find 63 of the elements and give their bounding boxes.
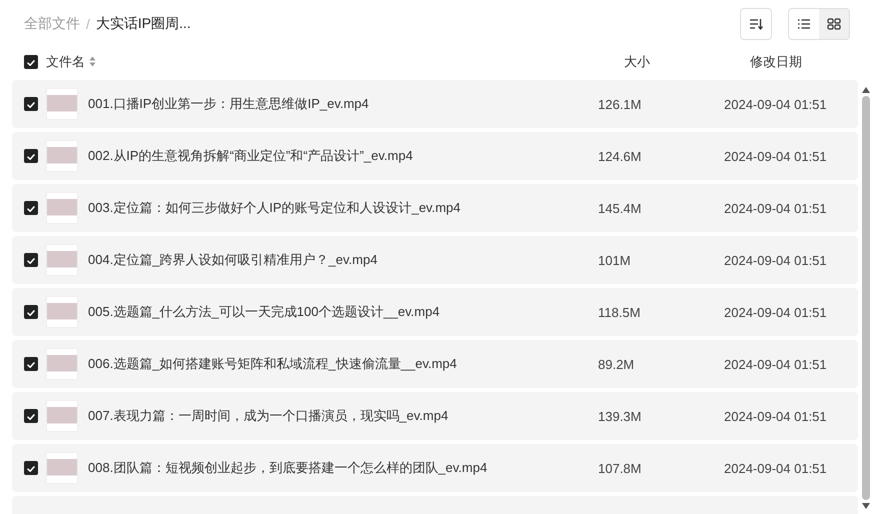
modified-date: 2024-09-04 01:51 xyxy=(724,252,827,268)
file-row[interactable]: 004.定位篇_跨界人设如何吸引精准用户？_ev.mp4 101M 2024-09-04 01:51 xyxy=(12,236,858,284)
file-name: 002.从IP的生意视角拆解“商业定位”和“产品设计”_ev.mp4 xyxy=(88,147,414,165)
scrollbar[interactable] xyxy=(860,86,872,510)
sort-button[interactable] xyxy=(740,8,772,40)
checkbox[interactable] xyxy=(24,149,38,163)
file-size: 145.4M xyxy=(598,200,642,216)
file-size: 118.5M xyxy=(598,304,642,320)
video-thumbnail xyxy=(46,348,78,380)
sort-icon xyxy=(749,18,763,30)
checkbox[interactable] xyxy=(24,461,38,475)
date-column-header: 修改日期 xyxy=(750,53,803,71)
video-thumbnail xyxy=(46,244,78,276)
grid-view-button[interactable] xyxy=(819,9,849,39)
modified-date: 2024-09-04 01:51 xyxy=(724,408,827,424)
file-row[interactable]: 008.团队篇：短视频创业起步，到底要搭建一个怎么样的团队_ev.mp4 107.8M 2024-09-04 01:51 xyxy=(12,444,858,492)
modified-date: 2024-09-04 01:51 xyxy=(724,200,827,216)
checkbox[interactable] xyxy=(24,201,38,215)
file-row[interactable]: 002.从IP的生意视角拆解“商业定位”和“产品设计”_ev.mp4 124.6M 2024-09-04 01:51 xyxy=(12,132,858,180)
modified-date: 2024-09-04 01:51 xyxy=(724,356,827,372)
current-folder: 大实话IP圈周... xyxy=(96,15,191,33)
breadcrumb-separator: / xyxy=(86,16,90,32)
video-thumbnail xyxy=(46,400,78,432)
modified-date: 2024-09-04 01:51 xyxy=(724,304,827,320)
scroll-up-arrow-icon[interactable] xyxy=(861,86,871,94)
checkbox[interactable] xyxy=(24,409,38,423)
file-name: 001.口播IP创业第一步：用生意思维做IP_ev.mp4 xyxy=(88,95,370,113)
scroll-down-arrow-icon[interactable] xyxy=(861,502,871,510)
sort-arrows-icon[interactable] xyxy=(89,56,96,66)
modified-date: 2024-09-04 01:51 xyxy=(724,148,827,164)
grid-icon xyxy=(827,18,841,30)
file-name: 005.选题篇_什么方法_可以一天完成100个选题设计__ev.mp4 xyxy=(88,303,441,321)
size-column-header: 大小 xyxy=(624,53,651,71)
file-size: 139.3M xyxy=(598,408,642,424)
file-size: 126.1M xyxy=(598,96,642,112)
video-thumbnail xyxy=(46,88,78,120)
file-row[interactable]: 005.选题篇_什么方法_可以一天完成100个选题设计__ev.mp4 118.5M 2024-09-04 01:51 xyxy=(12,288,858,336)
modified-date: 2024-09-04 01:51 xyxy=(724,460,827,476)
checkbox[interactable] xyxy=(24,97,38,111)
file-row[interactable]: 007.表现力篇：一周时间，成为一个口播演员，现实吗_ev.mp4 139.3M 2024-09-04 01:51 xyxy=(12,392,858,440)
file-name: 006.选题篇_如何搭建账号矩阵和私域流程_快速偷流量__ev.mp4 xyxy=(88,355,458,373)
video-thumbnail xyxy=(46,192,78,224)
file-row[interactable]: 003.定位篇：如何三步做好个人IP的账号定位和人设设计_ev.mp4 145.4M 2024-09-04 01:51 xyxy=(12,184,858,232)
file-size: 101M xyxy=(598,252,632,268)
file-name: 008.团队篇：短视频创业起步，到底要搭建一个怎么样的团队_ev.mp4 xyxy=(88,459,488,477)
file-name: 003.定位篇：如何三步做好个人IP的账号定位和人设设计_ev.mp4 xyxy=(88,199,462,217)
checkbox[interactable] xyxy=(24,305,38,319)
video-thumbnail xyxy=(46,452,78,484)
modified-date: 2024-09-04 01:51 xyxy=(724,96,827,112)
file-name: 004.定位篇_跨界人设如何吸引精准用户？_ev.mp4 xyxy=(88,251,378,269)
video-thumbnail xyxy=(46,296,78,328)
file-size: 107.8M xyxy=(598,460,642,476)
checkbox[interactable] xyxy=(24,253,38,267)
video-thumbnail xyxy=(46,140,78,172)
file-name: 007.表现力篇：一周时间，成为一个口播演员，现实吗_ev.mp4 xyxy=(88,407,450,425)
file-size: 124.6M xyxy=(598,148,642,164)
list-icon xyxy=(797,18,811,30)
name-column-header[interactable]: 文件名 xyxy=(46,53,85,71)
checkbox[interactable] xyxy=(24,55,38,69)
checkbox[interactable] xyxy=(24,357,38,371)
file-row[interactable]: 001.口播IP创业第一步：用生意思维做IP_ev.mp4 126.1M 2024-09-04 01:51 xyxy=(12,80,858,128)
file-row[interactable]: 006.选题篇_如何搭建账号矩阵和私域流程_快速偷流量__ev.mp4 89.2M 2024-09-04 01:51 xyxy=(12,340,858,388)
file-size: 89.2M xyxy=(598,356,636,372)
